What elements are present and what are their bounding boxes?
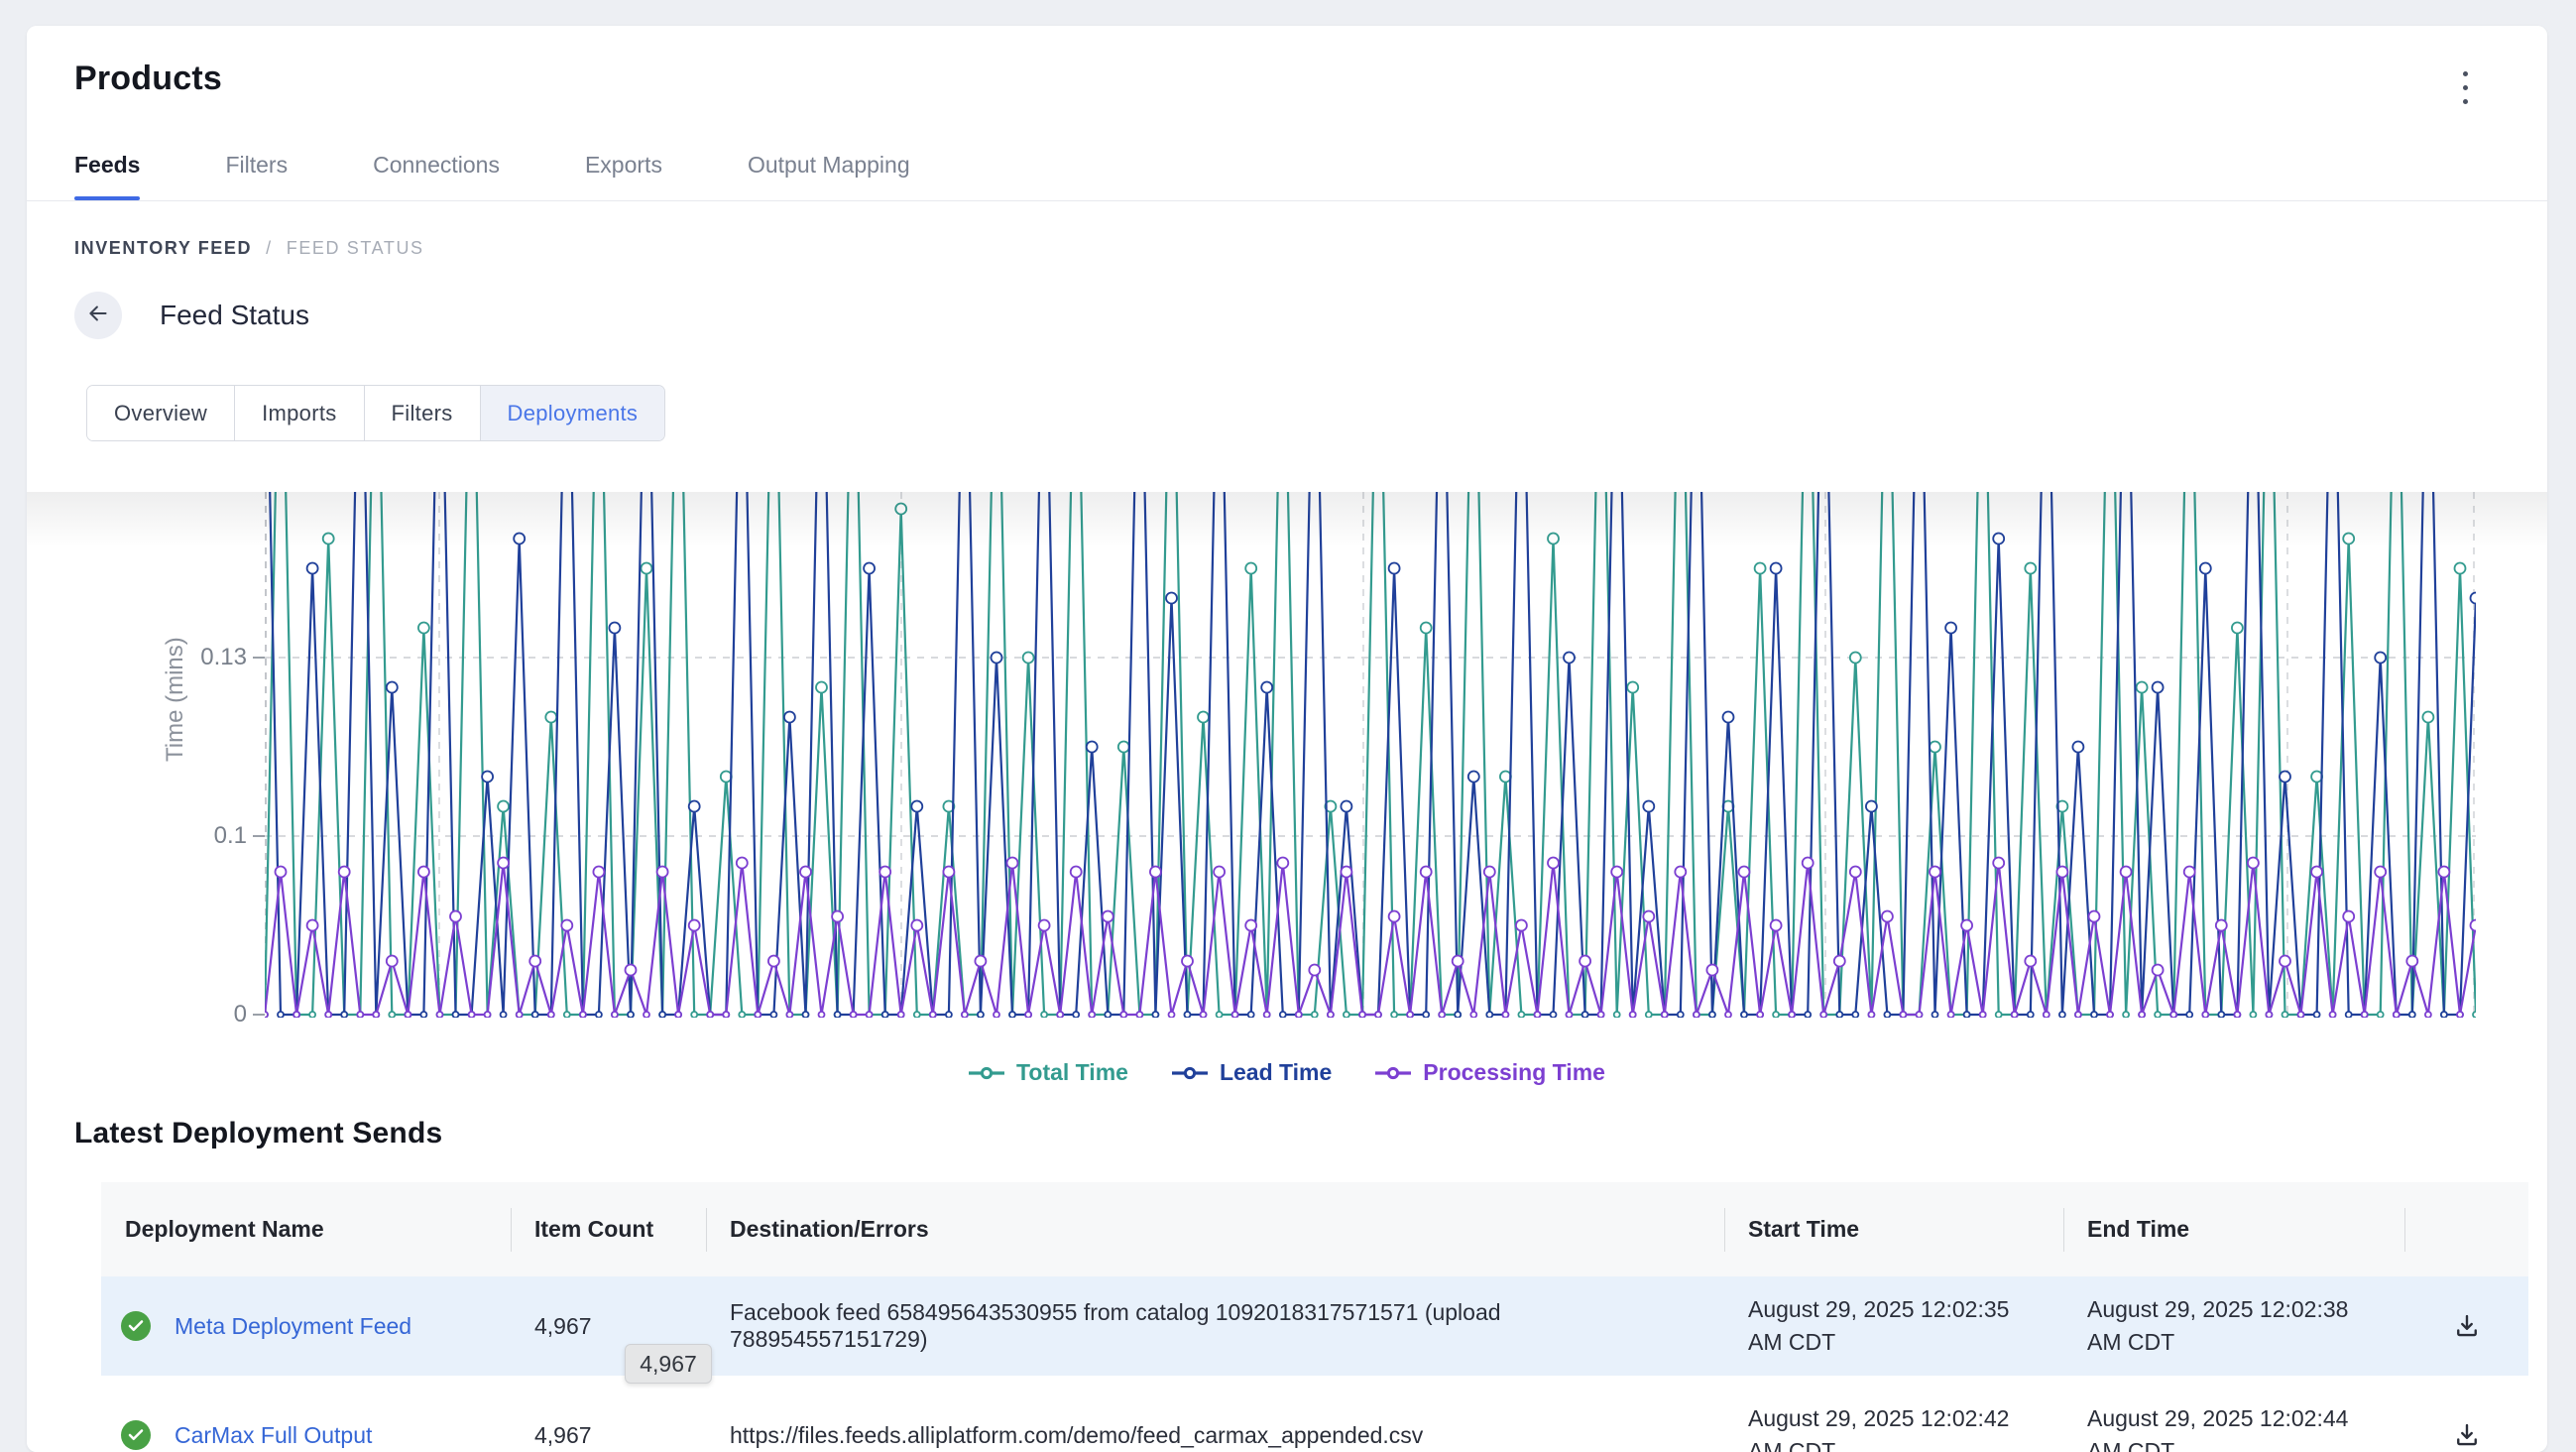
sub-tab-filters[interactable]: Filters: [365, 386, 481, 440]
table-row[interactable]: Meta Deployment Feed 4,967 Facebook feed…: [101, 1276, 2528, 1376]
legend-processing-time[interactable]: Processing Time: [1375, 1059, 1605, 1086]
legend-lead-time[interactable]: Lead Time: [1172, 1059, 1332, 1086]
table-header-row: Deployment Name Item Count Destination/E…: [101, 1182, 2528, 1276]
deployment-name-link[interactable]: CarMax Full Output: [175, 1422, 372, 1449]
breadcrumb-inventory-feed[interactable]: INVENTORY FEED: [74, 238, 252, 259]
deployments-table: Deployment Name Item Count Destination/E…: [101, 1182, 2528, 1452]
y-tick-0: 0: [146, 1001, 247, 1028]
col-start-time: Start Time: [1724, 1208, 2063, 1252]
col-end-time: End Time: [2063, 1208, 2404, 1252]
item-count-tooltip: 4,967: [625, 1344, 712, 1384]
tab-filters[interactable]: Filters: [225, 152, 288, 200]
latest-deployment-sends-section: Latest Deployment Sends Deployment Name …: [27, 1117, 2547, 1452]
item-count-cell[interactable]: 4,967: [511, 1313, 706, 1340]
breadcrumb: INVENTORY FEED / FEED STATUS: [27, 238, 2547, 259]
col-actions: [2404, 1208, 2528, 1252]
products-card: Products Feeds Filters Connections Expor…: [27, 26, 2547, 1452]
y-tick-mark: [253, 1014, 265, 1016]
page-title: Products: [74, 60, 222, 98]
end-time-cell: August 29, 2025 12:02:38 AM CDT: [2063, 1293, 2404, 1359]
deployment-name-link[interactable]: Meta Deployment Feed: [175, 1313, 411, 1340]
col-deployment-name: Deployment Name: [101, 1208, 511, 1252]
section-title: Latest Deployment Sends: [27, 1117, 2547, 1150]
kebab-menu-icon[interactable]: [2455, 61, 2476, 114]
legend-marker-icon: [1172, 1066, 1208, 1080]
legend-marker-icon: [1375, 1066, 1411, 1080]
item-count-cell[interactable]: 4,967: [511, 1422, 706, 1449]
tab-output-mapping[interactable]: Output Mapping: [748, 152, 910, 200]
sub-tab-group: Overview Imports Filters Deployments: [86, 385, 665, 441]
col-destination-errors: Destination/Errors: [706, 1208, 1724, 1252]
chart-plot-area[interactable]: [265, 492, 2476, 1018]
end-time-cell: August 29, 2025 12:02:44 AM CDT: [2063, 1402, 2404, 1452]
tab-connections[interactable]: Connections: [373, 152, 500, 200]
legend-total-time[interactable]: Total Time: [969, 1059, 1128, 1086]
download-icon: [2452, 1311, 2482, 1341]
deployment-times-chart: Time (mins) 0.13 0.1 0 Total Time Lead T…: [27, 492, 2547, 1117]
y-tick-013: 0.13: [146, 644, 247, 671]
legend-marker-icon: [969, 1066, 1004, 1080]
destination-cell: Facebook feed 658495643530955 from catal…: [706, 1299, 1724, 1353]
sub-tab-imports[interactable]: Imports: [235, 386, 364, 440]
tab-feeds[interactable]: Feeds: [74, 152, 140, 200]
start-time-cell: August 29, 2025 12:02:35 AM CDT: [1724, 1293, 2063, 1359]
tab-exports[interactable]: Exports: [585, 152, 662, 200]
y-tick-01: 0.1: [146, 822, 247, 850]
breadcrumb-separator: /: [266, 238, 273, 259]
start-time-cell: August 29, 2025 12:02:42 AM CDT: [1724, 1402, 2063, 1452]
download-button[interactable]: [2404, 1311, 2528, 1341]
feed-chart-svg: [265, 492, 2476, 1018]
y-tick-mark: [253, 657, 265, 659]
success-check-icon: [121, 1420, 151, 1450]
back-button[interactable]: [74, 292, 122, 339]
download-button[interactable]: [2404, 1420, 2528, 1450]
download-icon: [2452, 1420, 2482, 1450]
sub-tab-deployments[interactable]: Deployments: [481, 386, 665, 440]
y-tick-mark: [253, 835, 265, 837]
arrow-left-icon: [85, 301, 111, 331]
breadcrumb-feed-status: FEED STATUS: [287, 238, 424, 259]
table-row[interactable]: CarMax Full Output 4,967 https://files.f…: [101, 1376, 2528, 1452]
col-item-count: Item Count: [511, 1208, 706, 1252]
sub-tab-overview[interactable]: Overview: [87, 386, 235, 440]
main-tab-bar: Feeds Filters Connections Exports Output…: [27, 152, 2547, 200]
sticky-header: Products Feeds Filters Connections Expor…: [27, 26, 2547, 492]
destination-cell: https://files.feeds.alliplatform.com/dem…: [706, 1422, 1724, 1449]
feed-status-title: Feed Status: [160, 300, 309, 331]
success-check-icon: [121, 1311, 151, 1341]
chart-legend: Total Time Lead Time Processing Time: [27, 1059, 2547, 1086]
